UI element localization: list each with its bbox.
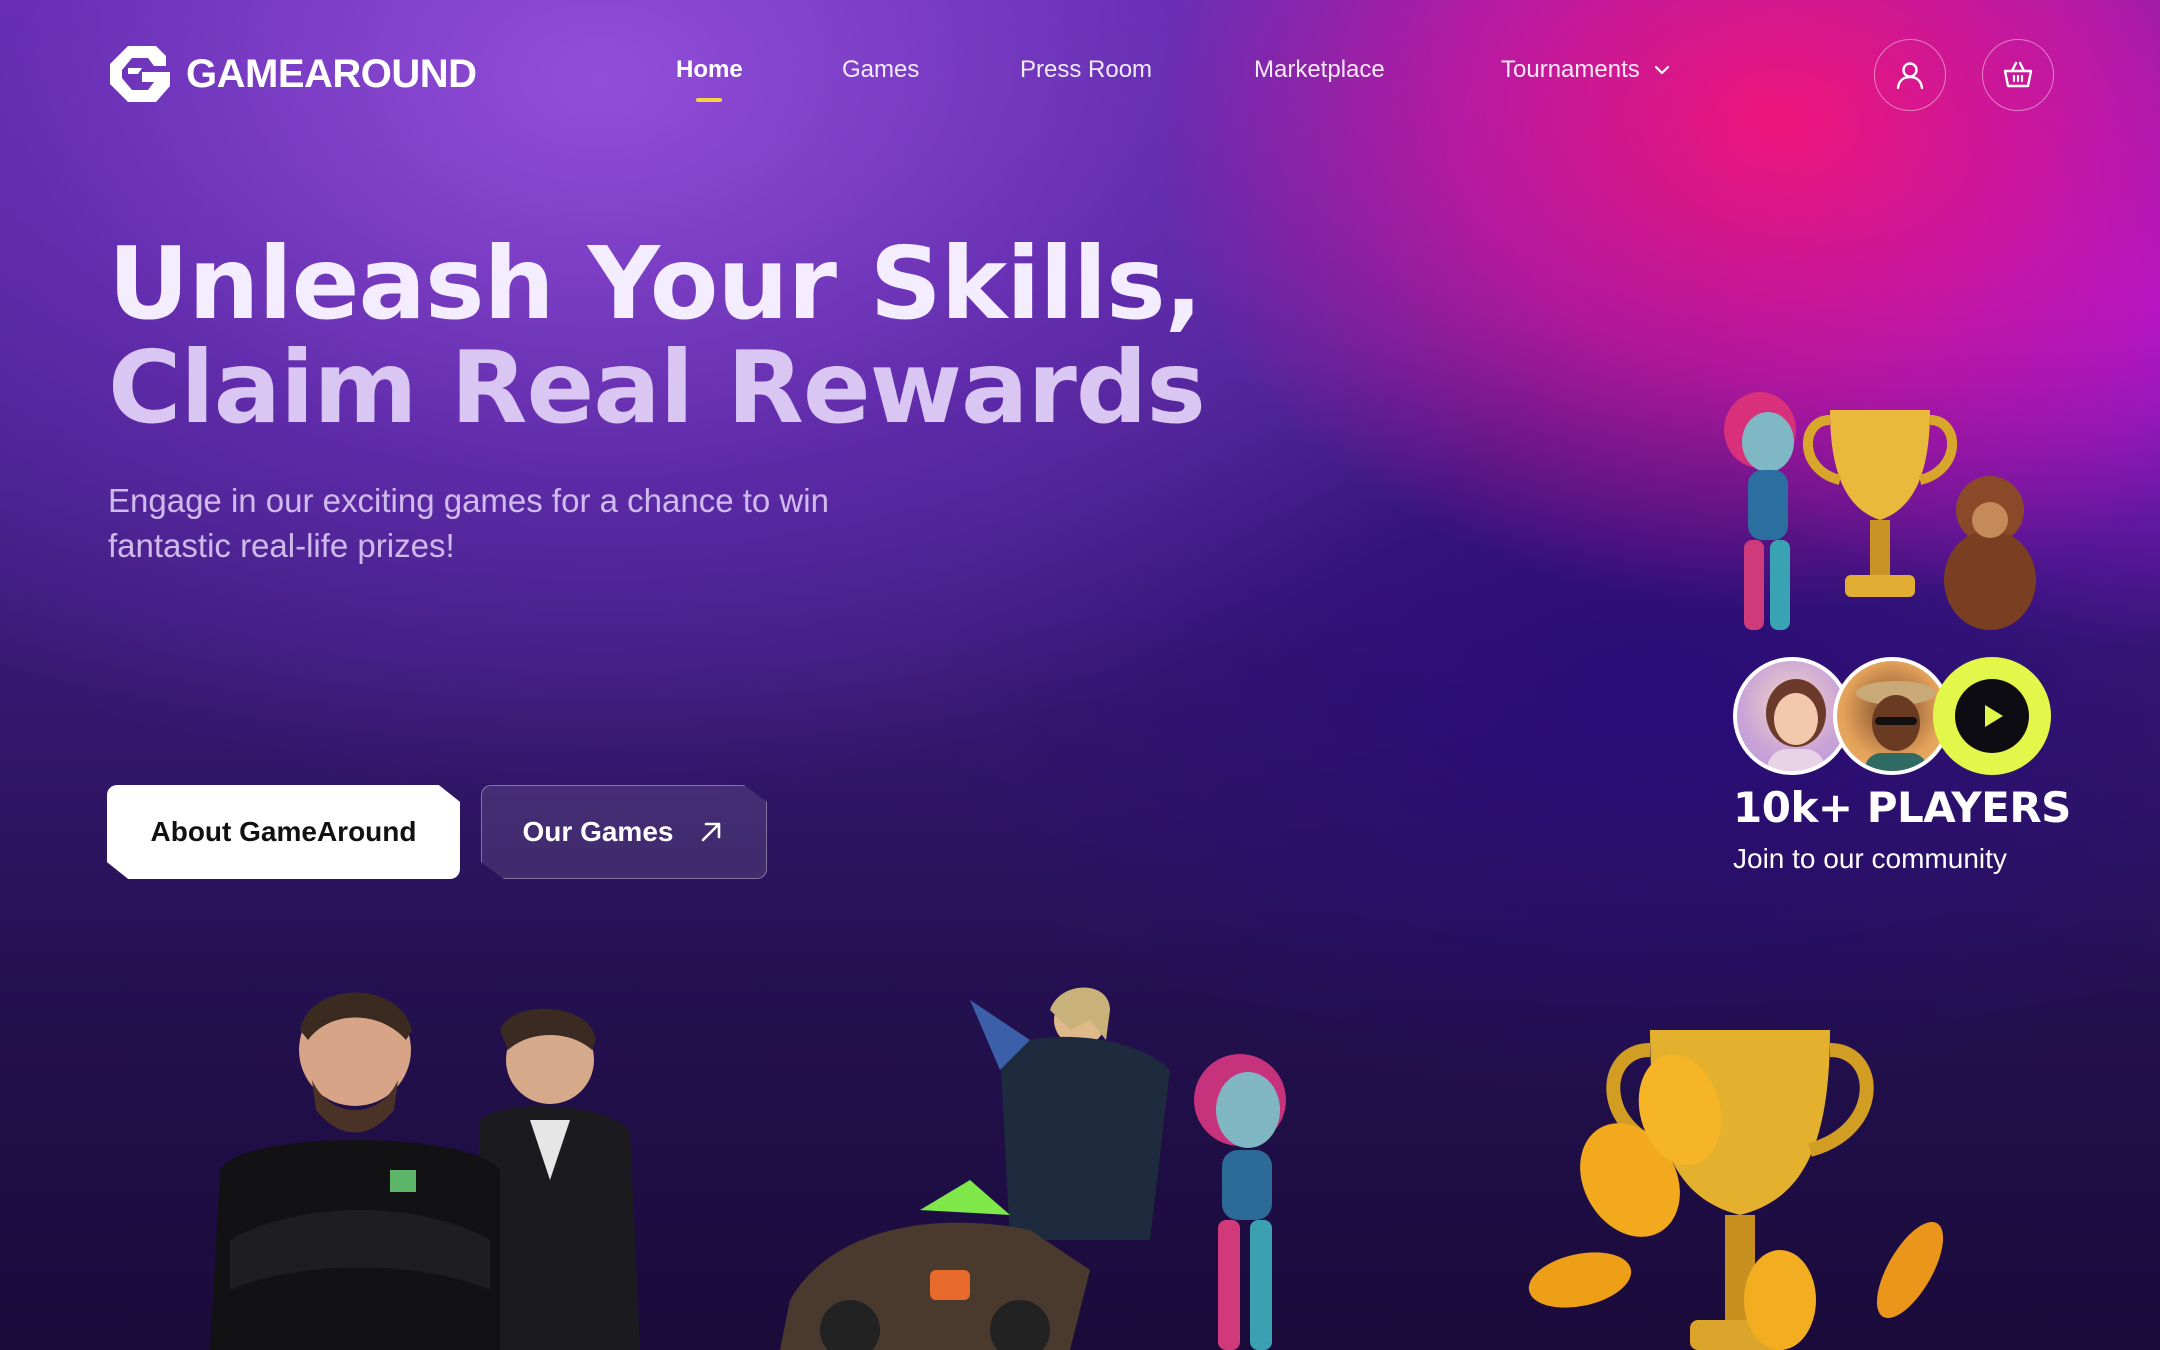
hero-subtitle: Engage in our exciting games for a chanc…	[108, 482, 829, 564]
chevron-down-icon	[1654, 65, 1669, 75]
community-avatars	[1733, 657, 2051, 777]
arrow-up-right-icon	[702, 822, 721, 842]
cart-button[interactable]	[1982, 39, 2054, 111]
basket-icon	[2003, 61, 2033, 88]
gamearound-logo-icon	[110, 46, 170, 102]
user-icon	[1896, 62, 1924, 90]
nav-tournaments[interactable]: Tournaments	[1501, 56, 1670, 84]
about-gamearound-button[interactable]: About GameAround	[107, 785, 460, 879]
nav-home[interactable]: Home	[676, 56, 743, 84]
players-count: 10k+ PLAYERS	[1733, 783, 2071, 832]
nav-press-room[interactable]: Press Room	[1020, 56, 1152, 84]
trophy-coins-image	[1528, 1030, 1944, 1350]
community-subtitle: Join to our community	[1733, 843, 2007, 874]
play-icon	[1985, 705, 2003, 727]
account-button[interactable]	[1874, 39, 1946, 111]
game-characters-image	[780, 987, 1286, 1350]
play-disc	[1955, 679, 2029, 753]
nav-marketplace[interactable]: Marketplace	[1254, 56, 1385, 84]
brand-name: GAMEAROUND	[186, 51, 477, 96]
hero-headline: Unleash Your Skills, Claim Real Rewards	[108, 225, 1206, 446]
nav-games[interactable]: Games	[842, 56, 919, 84]
top-nav: GAMEAROUND Home Games Press Room Marketp…	[0, 0, 2160, 150]
hero-headline-line1: Unleash Your Skills,	[108, 225, 1203, 342]
trophy-characters-illustration	[1724, 392, 2036, 630]
our-games-label: Our Games	[522, 816, 674, 847]
nav-actions	[1874, 39, 2054, 111]
hero-headline-line2: Claim Real Rewards	[108, 329, 1206, 446]
play-video-button[interactable]	[1933, 657, 2051, 775]
our-games-button[interactable]: Our Games	[481, 785, 767, 879]
esports-players-image	[210, 992, 640, 1350]
brand-logo[interactable]: GAMEAROUND	[108, 44, 477, 104]
nav-tournaments-label: Tournaments	[1501, 56, 1640, 83]
